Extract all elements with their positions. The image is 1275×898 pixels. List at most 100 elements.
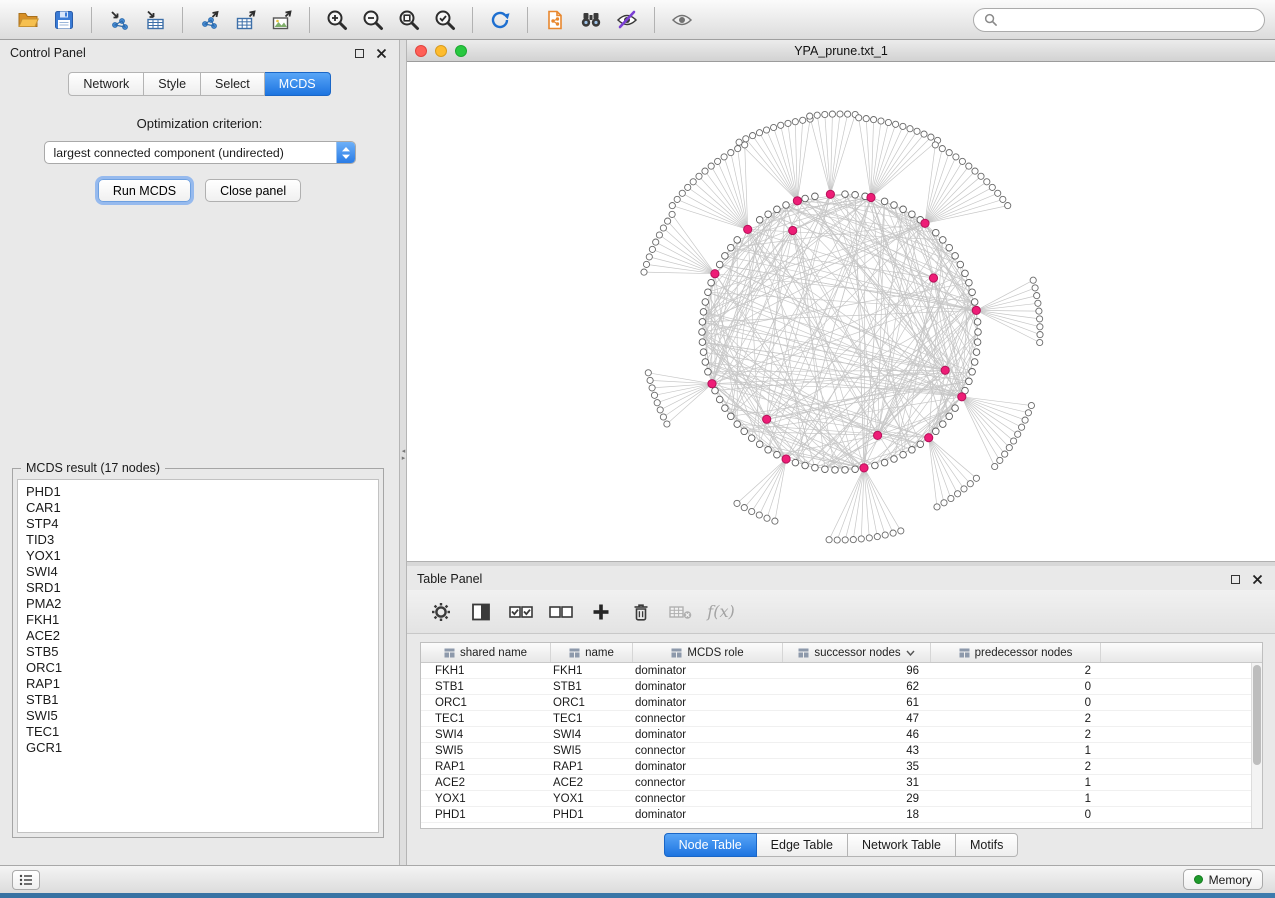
mcds-result-item[interactable]: PHD1 [26,484,378,500]
add-column-button[interactable] [585,597,617,627]
column-type-icon [569,648,580,658]
tab-mcds[interactable]: MCDS [265,72,331,96]
delete-table-button-disabled[interactable] [665,597,697,627]
show-panels-button[interactable] [12,870,40,890]
zoom-selected-button[interactable] [427,5,463,35]
table-row[interactable]: PHD1 PHD1 dominator 18 0 [421,807,1262,823]
network-window-titlebar[interactable]: YPA_prune.txt_1 [407,40,1275,62]
memory-button[interactable]: Memory [1183,869,1263,890]
table-row[interactable]: YOX1 YOX1 connector 29 1 [421,791,1262,807]
hide-selected-button[interactable] [609,5,645,35]
column-header-predecessor-nodes[interactable]: predecessor nodes [931,643,1101,662]
tab-select[interactable]: Select [201,72,265,96]
column-header-shared-name[interactable]: shared name [421,643,551,662]
search-input[interactable] [1003,13,1254,27]
float-panel-button[interactable] [351,45,367,61]
cell-shared-name: ORC1 [421,697,551,709]
cell-predecessor-nodes: 2 [931,713,1101,725]
network-view-window: YPA_prune.txt_1 [407,40,1275,561]
cell-shared-name: TEC1 [421,713,551,725]
tab-style[interactable]: Style [144,72,201,96]
table-toolbar: f(x) [407,590,1275,634]
network-canvas[interactable] [407,62,1275,561]
vertical-splitter[interactable]: ◂▸ [400,40,407,865]
deselect-all-button[interactable] [545,597,577,627]
table-row[interactable]: SWI5 SWI5 connector 43 1 [421,743,1262,759]
import-network-button[interactable] [101,5,137,35]
close-panel-action-button[interactable]: Close panel [205,179,301,202]
table-scrollbar[interactable] [1251,663,1262,828]
save-disk-icon [53,9,75,31]
mcds-result-item[interactable]: STB5 [26,644,378,660]
mcds-result-item[interactable]: CAR1 [26,500,378,516]
apply-layout-button[interactable] [482,5,518,35]
table-row[interactable]: ACE2 ACE2 connector 31 1 [421,775,1262,791]
scrollbar-thumb[interactable] [1253,665,1261,765]
function-builder-button-disabled[interactable]: f(x) [705,597,737,627]
mcds-result-item[interactable]: GCR1 [26,740,378,756]
mcds-result-item[interactable]: FKH1 [26,612,378,628]
control-panel-title: Control Panel [10,46,345,60]
mcds-result-item[interactable]: YOX1 [26,548,378,564]
memory-status-icon [1194,875,1203,884]
close-panel-button[interactable] [373,45,389,61]
node-table: shared name name MCDS role [420,642,1263,829]
mcds-result-item[interactable]: SWI5 [26,708,378,724]
tab-network-table[interactable]: Network Table [848,833,956,857]
zoom-fit-button[interactable] [391,5,427,35]
export-table-button[interactable] [228,5,264,35]
cell-predecessor-nodes: 0 [931,697,1101,709]
optimization-criterion-label: Optimization criterion: [0,116,399,131]
copy-network-button[interactable] [537,5,573,35]
eye-icon [670,8,694,32]
import-table-button[interactable] [137,5,173,35]
zoom-in-button[interactable] [319,5,355,35]
table-row[interactable]: TEC1 TEC1 connector 47 2 [421,711,1262,727]
tab-motifs[interactable]: Motifs [956,833,1018,857]
mcds-result-item[interactable]: ACE2 [26,628,378,644]
mcds-result-item[interactable]: STP4 [26,516,378,532]
search-network-button[interactable] [573,5,609,35]
toolbar-separator [472,7,473,33]
table-row[interactable]: ORC1 ORC1 dominator 61 0 [421,695,1262,711]
tab-network[interactable]: Network [68,72,144,96]
column-header-successor-nodes[interactable]: successor nodes [783,643,931,662]
table-row[interactable]: SWI4 SWI4 dominator 46 2 [421,727,1262,743]
show-hide-button[interactable] [664,5,700,35]
zoom-out-button[interactable] [355,5,391,35]
mcds-result-item[interactable]: STB1 [26,692,378,708]
mcds-result-item[interactable]: RAP1 [26,676,378,692]
show-columns-button[interactable] [465,597,497,627]
cell-shared-name: FKH1 [421,665,551,677]
save-session-button[interactable] [46,5,82,35]
float-table-panel-button[interactable] [1227,571,1243,587]
table-row[interactable]: FKH1 FKH1 dominator 96 2 [421,663,1262,679]
close-table-panel-button[interactable] [1249,571,1265,587]
open-session-button[interactable] [10,5,46,35]
export-network-button[interactable] [192,5,228,35]
global-search-field[interactable] [973,8,1265,32]
toolbar-separator [182,7,183,33]
table-row[interactable]: STB1 STB1 dominator 62 0 [421,679,1262,695]
export-image-button[interactable] [264,5,300,35]
tab-node-table[interactable]: Node Table [664,833,757,857]
table-settings-button[interactable] [425,597,457,627]
mcds-result-list: PHD1 CAR1 STP4 TID3 YOX1 SWI4 SRD1 PMA2 … [17,479,379,833]
control-panel-header: Control Panel [0,40,399,66]
run-mcds-button[interactable]: Run MCDS [98,179,191,202]
select-all-button[interactable] [505,597,537,627]
table-row[interactable]: RAP1 RAP1 dominator 35 2 [421,759,1262,775]
zoom-in-icon [325,8,349,32]
column-header-mcds-role[interactable]: MCDS role [633,643,783,662]
cell-predecessor-nodes: 2 [931,665,1101,677]
mcds-result-item[interactable]: SRD1 [26,580,378,596]
tab-edge-table[interactable]: Edge Table [757,833,848,857]
mcds-result-item[interactable]: PMA2 [26,596,378,612]
mcds-result-item[interactable]: SWI4 [26,564,378,580]
criterion-dropdown[interactable]: largest connected component (undirected) [44,141,356,164]
mcds-result-item[interactable]: TID3 [26,532,378,548]
mcds-result-item[interactable]: ORC1 [26,660,378,676]
column-header-name[interactable]: name [551,643,633,662]
delete-column-button[interactable] [625,597,657,627]
mcds-result-item[interactable]: TEC1 [26,724,378,740]
